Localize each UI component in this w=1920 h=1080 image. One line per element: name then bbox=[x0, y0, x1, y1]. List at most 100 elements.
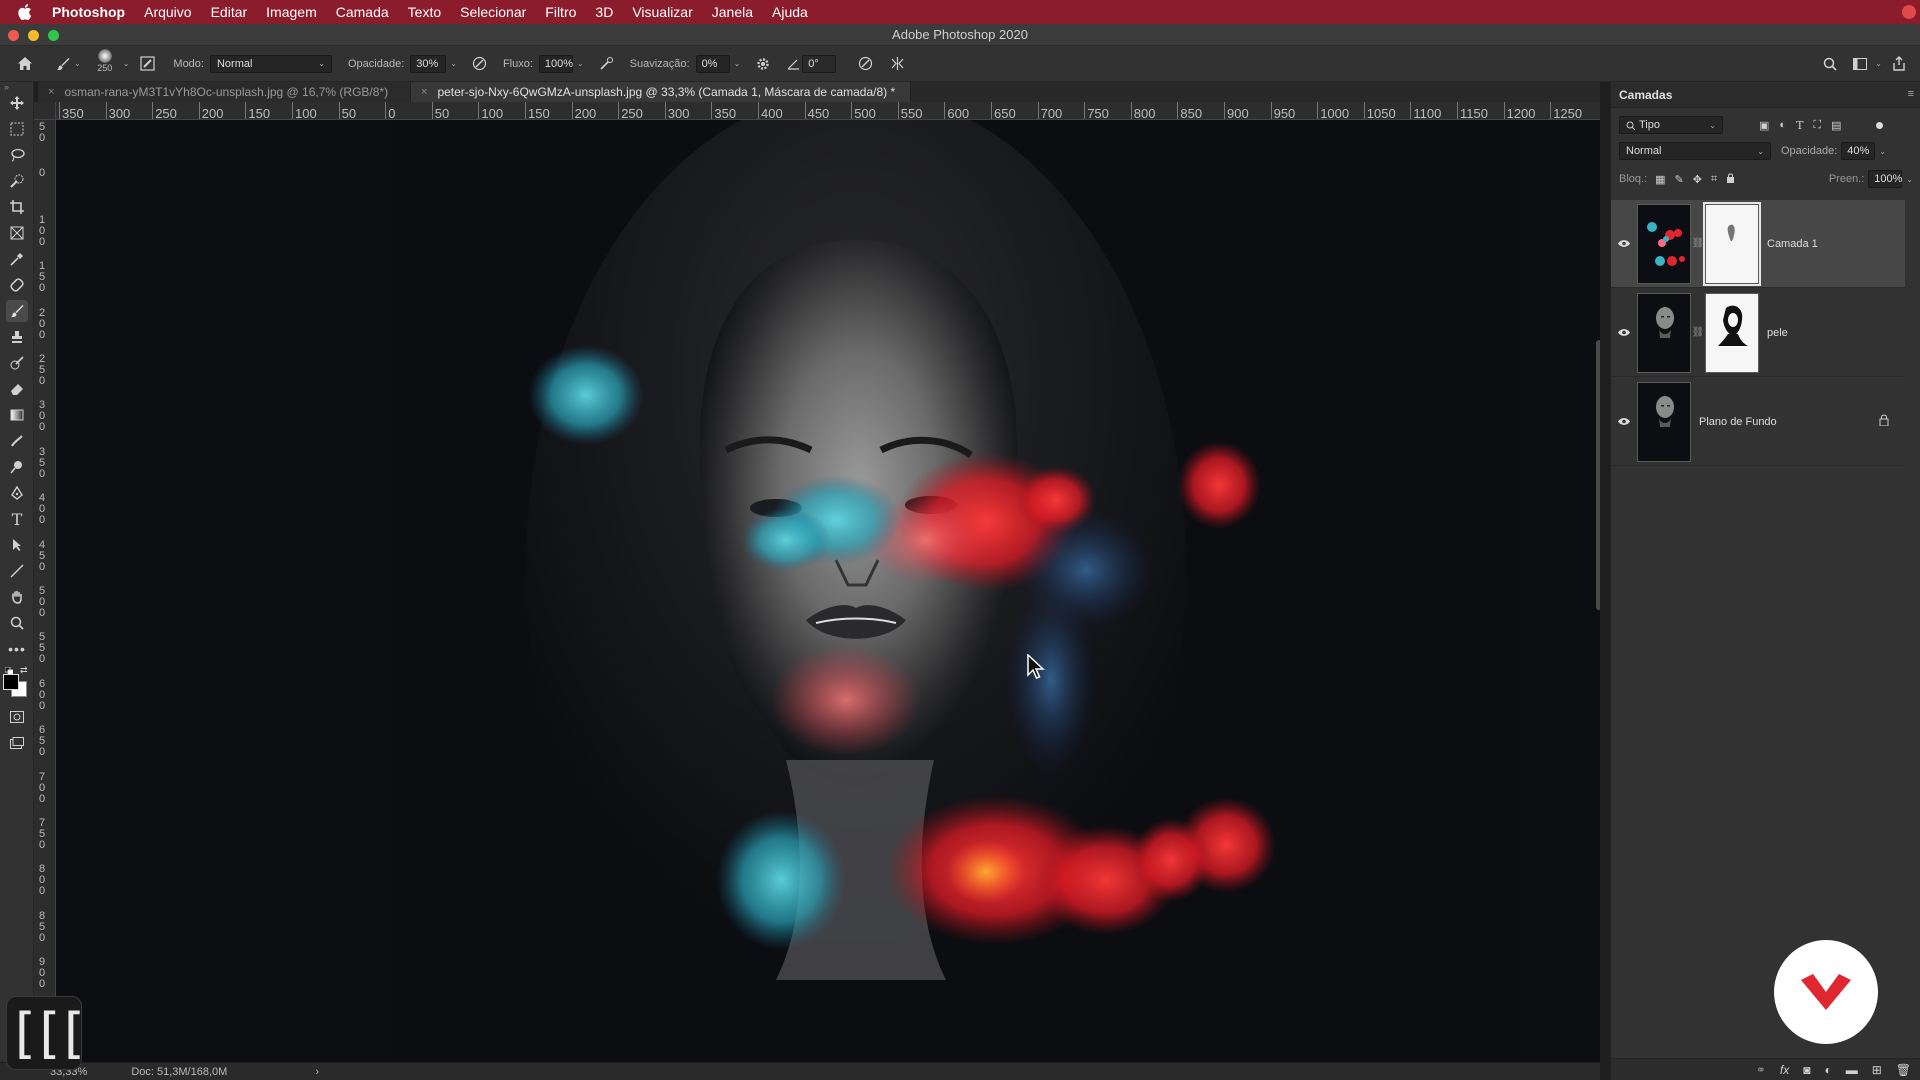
home-icon[interactable] bbox=[12, 56, 38, 71]
eye-icon[interactable] bbox=[1611, 415, 1637, 429]
trash-icon[interactable]: 🗑 bbox=[1896, 1063, 1911, 1077]
smoothing-dropdown[interactable]: ⌄ bbox=[734, 59, 741, 68]
tab-document-osman[interactable]: × osman-rana-yM3T1vYh8Oc-unsplash.jpg @ … bbox=[38, 82, 411, 102]
document-canvas[interactable] bbox=[56, 120, 1600, 1062]
filter-adjustment-icon[interactable]: ◐ bbox=[1779, 119, 1786, 132]
link-layers-icon[interactable]: ⚭ bbox=[1756, 1063, 1766, 1077]
path-selection-icon[interactable] bbox=[6, 534, 28, 556]
pressure-opacity-icon[interactable] bbox=[469, 56, 491, 71]
gradient-icon[interactable] bbox=[6, 404, 28, 426]
new-layer-icon[interactable]: ⊞ bbox=[1872, 1063, 1882, 1077]
lock-position-icon[interactable]: ✥ bbox=[1693, 173, 1702, 186]
blend-mode-select[interactable]: Normal ⌄ bbox=[1619, 142, 1771, 160]
marquee-tool-icon[interactable] bbox=[6, 118, 28, 140]
history-brush-icon[interactable] bbox=[6, 352, 28, 374]
tab-document-peter[interactable]: × peter-sjo-Nxy-6QwGMzA-unsplash.jpg @ 3… bbox=[411, 82, 911, 102]
apple-icon[interactable] bbox=[18, 4, 34, 20]
lasso-tool-icon[interactable] bbox=[6, 144, 28, 166]
move-tool-icon[interactable] bbox=[6, 92, 28, 114]
dodge-icon[interactable] bbox=[6, 456, 28, 478]
eye-icon[interactable] bbox=[1611, 326, 1637, 340]
vertical-ruler[interactable]: 50 0 100 150 200 250 300 350 400 450 500 550 600 650 7… bbox=[34, 120, 56, 1070]
default-colors-icon[interactable] bbox=[4, 666, 14, 676]
menu-3d[interactable]: 3D bbox=[595, 4, 613, 20]
screen-mode-icon[interactable] bbox=[6, 732, 28, 754]
panel-menu-icon[interactable]: ≡ bbox=[1908, 88, 1914, 100]
layer-filter-select[interactable]: Tipo ⌄ bbox=[1619, 116, 1723, 134]
tool-preset-dropdown[interactable]: ⌄ bbox=[74, 59, 81, 68]
layers-panel-tab[interactable]: Camadas bbox=[1611, 82, 1920, 108]
workspace-dropdown[interactable]: ⌄ bbox=[1875, 59, 1882, 68]
filter-shape-icon[interactable]: ⛶ bbox=[1813, 119, 1821, 132]
angle-input[interactable]: 0° bbox=[802, 54, 837, 73]
symmetry-icon[interactable] bbox=[886, 56, 908, 71]
fill-input[interactable]: 100% bbox=[1868, 170, 1902, 188]
stamp-icon[interactable] bbox=[6, 326, 28, 348]
adjustment-layer-icon[interactable]: ◐ bbox=[1824, 1063, 1831, 1077]
brush-tool-active-icon[interactable] bbox=[6, 300, 28, 322]
layer-row-plano-de-fundo[interactable]: Plano de Fundo bbox=[1611, 378, 1905, 466]
zoom-tool-icon[interactable] bbox=[6, 612, 28, 634]
hand-tool-icon[interactable] bbox=[6, 586, 28, 608]
line-tool-icon[interactable] bbox=[6, 560, 28, 582]
quick-mask-icon[interactable] bbox=[6, 706, 28, 728]
airbrush-icon[interactable] bbox=[596, 56, 618, 71]
lock-transparency-icon[interactable]: ▦ bbox=[1655, 173, 1665, 186]
add-mask-icon[interactable]: ◙ bbox=[1803, 1063, 1810, 1077]
flow-input[interactable]: 100% bbox=[538, 54, 573, 73]
mode-select[interactable]: Normal ⌄ bbox=[209, 54, 332, 73]
close-tab-icon[interactable]: × bbox=[48, 82, 54, 102]
horizontal-ruler[interactable]: 350 300 250 200 150 100 50 0 50 100 150 200 250 300 35… bbox=[56, 102, 1600, 120]
minimize-window-button[interactable] bbox=[28, 30, 39, 41]
menu-editar[interactable]: Editar bbox=[211, 4, 248, 20]
filter-toggle-icon[interactable] bbox=[1875, 121, 1883, 129]
layer-name[interactable]: Plano de Fundo bbox=[1699, 416, 1777, 428]
brush-tool-icon[interactable] bbox=[52, 57, 74, 71]
layer-thumbnail[interactable] bbox=[1637, 381, 1691, 462]
close-tab-icon[interactable]: × bbox=[421, 82, 427, 102]
chain-link-icon[interactable]: ⛓ bbox=[1691, 327, 1705, 338]
layer-thumbnail[interactable] bbox=[1637, 292, 1691, 373]
pressure-size-icon[interactable] bbox=[854, 56, 876, 71]
filter-type-icon[interactable]: T bbox=[1796, 119, 1803, 132]
menu-ajuda[interactable]: Ajuda bbox=[772, 4, 808, 20]
toolbar-collapse-icon[interactable]: » bbox=[4, 82, 9, 92]
more-tools-icon[interactable]: ••• bbox=[6, 638, 28, 660]
workspace-icon[interactable] bbox=[1849, 57, 1871, 70]
smoothing-input[interactable]: 0% bbox=[695, 54, 730, 73]
layer-opacity-input[interactable]: 40% bbox=[1841, 142, 1876, 160]
quick-select-tool-icon[interactable] bbox=[6, 170, 28, 192]
fill-dropdown[interactable]: ⌄ bbox=[1906, 175, 1913, 184]
menu-arquivo[interactable]: Arquivo bbox=[144, 4, 191, 20]
share-icon[interactable] bbox=[1888, 56, 1910, 71]
menu-visualizar[interactable]: Visualizar bbox=[632, 4, 692, 20]
eye-icon[interactable] bbox=[1611, 237, 1637, 251]
status-menu-icon[interactable] bbox=[1902, 5, 1916, 19]
menu-texto[interactable]: Texto bbox=[408, 4, 441, 20]
layer-mask-thumbnail[interactable] bbox=[1703, 201, 1761, 286]
menu-filtro[interactable]: Filtro bbox=[545, 4, 576, 20]
gear-icon[interactable] bbox=[752, 57, 774, 71]
brush-preset-picker[interactable]: 250 bbox=[91, 48, 119, 79]
filter-smart-object-icon[interactable]: ▤ bbox=[1831, 119, 1841, 132]
crop-tool-icon[interactable] bbox=[6, 196, 28, 218]
layer-row-camada-1[interactable]: ⛓ Camada 1 bbox=[1611, 200, 1905, 288]
healing-brush-icon[interactable] bbox=[6, 274, 28, 296]
type-tool-icon[interactable]: T bbox=[6, 508, 28, 530]
ruler-origin[interactable] bbox=[34, 102, 56, 120]
layer-name[interactable]: Camada 1 bbox=[1767, 238, 1818, 250]
lock-artboard-icon[interactable]: ⌗ bbox=[1711, 173, 1717, 186]
menu-selecionar[interactable]: Selecionar bbox=[460, 4, 526, 20]
zoom-window-button[interactable] bbox=[48, 30, 59, 41]
layer-thumbnail[interactable] bbox=[1637, 203, 1691, 284]
fx-icon[interactable]: fx bbox=[1780, 1063, 1789, 1077]
opacity-input[interactable]: 30% bbox=[410, 54, 447, 73]
eyedropper-icon[interactable] bbox=[6, 248, 28, 270]
smudge-tool-icon[interactable] bbox=[6, 430, 28, 452]
foreground-color-swatch[interactable] bbox=[3, 674, 19, 690]
layer-row-pele[interactable]: ⛓ pele bbox=[1611, 289, 1905, 377]
lock-all-icon[interactable] bbox=[1726, 173, 1735, 186]
flow-dropdown[interactable]: ⌄ bbox=[577, 59, 584, 68]
new-group-icon[interactable]: ▬ bbox=[1846, 1063, 1858, 1077]
close-window-button[interactable] bbox=[8, 30, 19, 41]
